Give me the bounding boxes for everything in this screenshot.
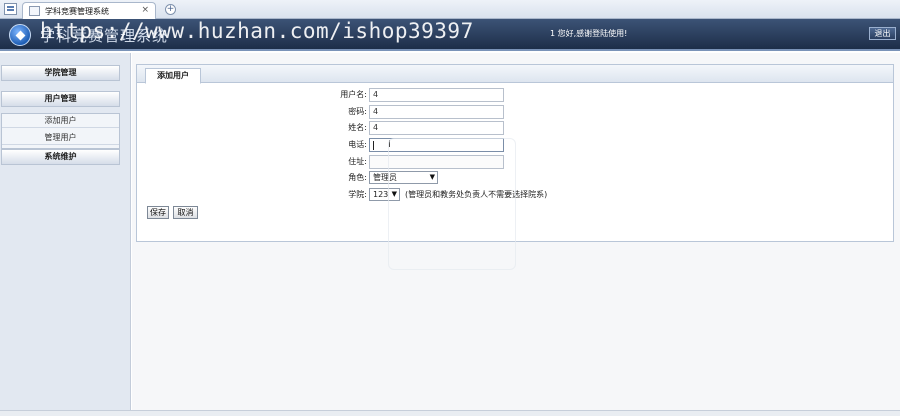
taskbar <box>0 410 900 416</box>
page-icon <box>29 6 40 16</box>
name-row: 姓名: <box>307 121 367 135</box>
background-decoration <box>388 138 516 270</box>
role-row: 角色: <box>307 171 367 185</box>
password-label: 密码: <box>348 107 367 116</box>
main-content: 添加用户 用户名: 4 密码: 4 姓名: 4 电话: Ⅰ 住址: 角色: 管理… <box>132 53 900 410</box>
address-row: 住址: <box>307 155 367 169</box>
browser-tab-title: 学科竞赛管理系统 <box>45 7 109 16</box>
address-label: 住址: <box>348 157 367 166</box>
logout-button[interactable]: 退出 <box>869 27 896 40</box>
phone-row: 电话: <box>307 138 367 152</box>
role-label: 角色: <box>348 173 367 182</box>
username-row: 用户名: <box>307 88 367 102</box>
panel-tabbar: 添加用户 <box>137 65 893 84</box>
new-tab-icon[interactable]: + <box>165 4 176 15</box>
phone-label: 电话: <box>348 140 367 149</box>
sidebar-item-user-management[interactable]: 用户管理 <box>1 91 120 107</box>
text-caret <box>373 141 374 150</box>
sidebar-item-system-maintenance[interactable]: 系统维护 <box>1 149 120 165</box>
welcome-text: 1 您好,感谢登陆使用! <box>550 29 628 38</box>
college-select-value: 123 <box>373 190 389 199</box>
close-icon[interactable]: × <box>141 5 149 15</box>
tab-add-user[interactable]: 添加用户 <box>145 68 201 84</box>
browser-tabstrip: 学科竞赛管理系统 × + <box>0 0 900 19</box>
college-label: 学院: <box>348 190 367 199</box>
browser-tab[interactable]: 学科竞赛管理系统 × <box>22 2 156 19</box>
name-input[interactable]: 4 <box>369 121 504 135</box>
app-header: 学科竞赛管理系统 1 您好,感谢登陆使用! 退出 <box>0 19 900 51</box>
sidebar-item-manage-users[interactable]: 管理用户 <box>2 131 119 145</box>
save-button[interactable]: 保存 <box>147 206 169 219</box>
password-input[interactable]: 4 <box>369 105 504 119</box>
sidebar-item-add-user[interactable]: 添加用户 <box>2 114 119 128</box>
password-row: 密码: <box>307 105 367 119</box>
browser-menu-icon[interactable] <box>4 3 17 15</box>
sidebar: 学院管理 用户管理 添加用户 管理用户 系统维护 <box>0 53 131 410</box>
cancel-button[interactable]: 取消 <box>173 206 198 219</box>
app-title: 学科竞赛管理系统 <box>40 27 169 45</box>
college-row: 学院: <box>307 188 367 202</box>
logo-icon <box>9 24 31 46</box>
name-label: 姓名: <box>348 123 367 132</box>
sidebar-item-college-management[interactable]: 学院管理 <box>1 65 120 81</box>
username-label: 用户名: <box>340 90 367 99</box>
username-input[interactable]: 4 <box>369 88 504 102</box>
